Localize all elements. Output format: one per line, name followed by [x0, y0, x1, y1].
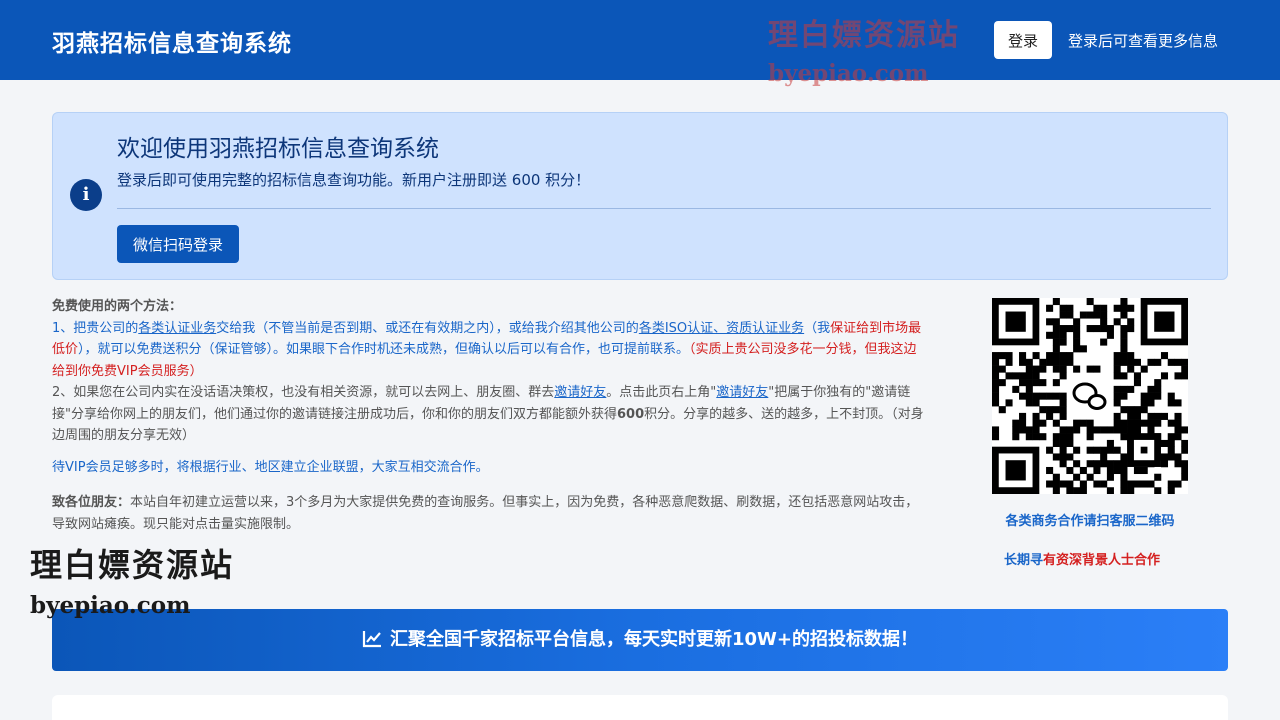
vip-alliance-line: 待VIP会员足够多时，将根据行业、地区建立企业联盟，大家互相交流合作。 — [52, 459, 489, 475]
notice-heading: 免费使用的两个方法： — [52, 299, 183, 314]
info-icon: i — [70, 179, 102, 211]
partner-line: 长期寻有资深背景人士合作 — [1004, 553, 1161, 568]
certification-link[interactable]: 各类认证业务 — [138, 321, 216, 336]
welcome-panel: i 欢迎使用羽燕招标信息查询系统 登录后即可使用完整的招标信息查询功能。新用户注… — [52, 112, 1228, 280]
welcome-title: 欢迎使用羽燕招标信息查询系统 — [117, 136, 439, 162]
free-usage-notice: 免费使用的两个方法： 1、把贵公司的各类认证业务交给我（不管当前是否到期、或还在… — [52, 296, 926, 535]
watermark-top-en: byepiao.com — [768, 60, 929, 87]
welcome-divider — [117, 208, 1211, 209]
iso-certification-link[interactable]: 各类ISO认证、资质认证业务 — [639, 321, 804, 336]
wechat-icon — [1070, 376, 1110, 416]
top-navbar: 羽燕招标信息查询系统 登录 登录后可查看更多信息 — [0, 0, 1280, 80]
welcome-text: 登录后即可使用完整的招标信息查询功能。新用户注册即送 600 积分！ — [117, 171, 591, 189]
friends-notice: 致各位朋友：本站自年初建立运营以来，3个多月为大家提供免费的查询服务。但事实上，… — [52, 495, 919, 532]
wechat-login-button[interactable]: 微信扫码登录 — [117, 225, 239, 263]
app-title[interactable]: 羽燕招标信息查询系统 — [52, 24, 292, 58]
watermark-bottom-cn: 理白嫖资源站 — [30, 546, 235, 584]
banner-text: 汇聚全国千家招标平台信息，每天实时更新10W+的招投标数据！ — [390, 629, 918, 650]
chart-line-icon — [362, 631, 381, 648]
bottom-content-card — [52, 695, 1228, 720]
invite-friends-link[interactable]: 邀请好友 — [554, 385, 606, 400]
data-banner: 汇聚全国千家招标平台信息，每天实时更新10W+的招投标数据！ — [52, 609, 1228, 671]
login-button[interactable]: 登录 — [994, 21, 1052, 59]
method-two: 2、如果您在公司内实在没话语决策权，也没有相关资源，就可以去网上、朋友圈、群去邀… — [52, 385, 924, 443]
invite-friends-link-2[interactable]: 邀请好友 — [716, 385, 768, 400]
login-hint-text: 登录后可查看更多信息 — [1068, 32, 1219, 50]
watermark-bottom-en: byepiao.com — [30, 592, 191, 619]
method-one: 1、把贵公司的各类认证业务交给我（不管当前是否到期、或还在有效期之内），或给我介… — [52, 320, 922, 379]
customer-service-qr-code — [992, 298, 1188, 494]
watermark-top-cn: 理白嫖资源站 — [768, 18, 960, 53]
qr-caption: 各类商务合作请扫客服二维码 — [1005, 514, 1175, 529]
